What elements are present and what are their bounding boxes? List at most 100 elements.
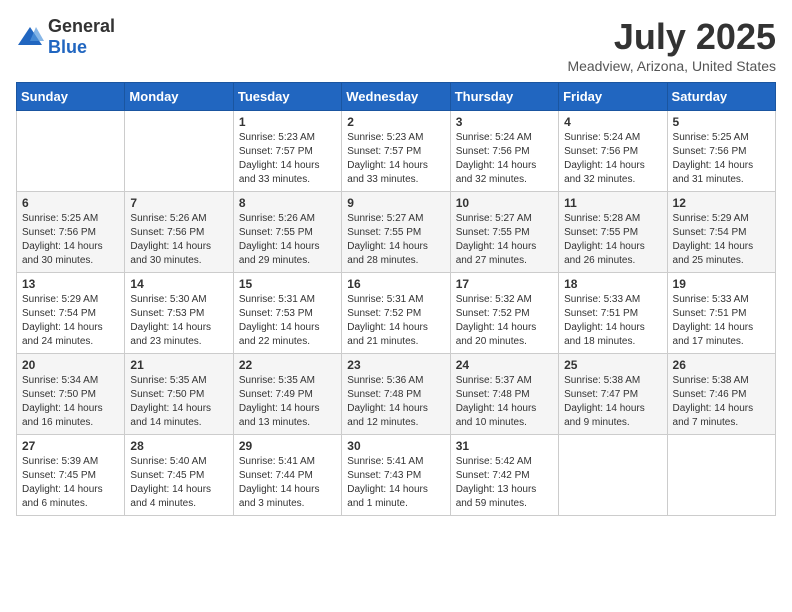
- week-row-1: 1Sunrise: 5:23 AMSunset: 7:57 PMDaylight…: [17, 111, 776, 192]
- week-row-2: 6 Sunrise: 5:25 AMSunset: 7:56 PMDaylight…: [17, 192, 776, 273]
- calendar-cell: 24Sunrise: 5:37 AMSunset: 7:48 PMDayligh…: [450, 354, 558, 435]
- logo: General Blue: [16, 16, 115, 58]
- calendar-cell: 21 Sunrise: 5:35 AMSunset: 7:50 PMDayligh…: [125, 354, 233, 435]
- day-info: Sunrise: 5:29 AMSunset: 7:54 PMDaylight:…: [673, 212, 770, 268]
- day-number: 25: [564, 358, 661, 372]
- title-area: July 2025 Meadview, Arizona, United Stat…: [567, 16, 776, 74]
- logo-general: General: [48, 16, 115, 36]
- calendar-cell: [17, 111, 125, 192]
- calendar-cell: 6 Sunrise: 5:25 AMSunset: 7:56 PMDaylight…: [17, 192, 125, 273]
- day-number: 4: [564, 115, 661, 129]
- calendar-cell: 15 Sunrise: 5:31 AMSunset: 7:53 PMDayligh…: [233, 273, 341, 354]
- day-number: 26: [673, 358, 770, 372]
- day-info: Sunrise: 5:31 AMSunset: 7:53 PMDaylight:…: [239, 293, 336, 349]
- calendar-cell: 10 Sunrise: 5:27 AMSunset: 7:55 PMDayligh…: [450, 192, 558, 273]
- subtitle: Meadview, Arizona, United States: [567, 58, 776, 74]
- weekday-header-friday: Friday: [559, 83, 667, 111]
- day-info: Sunrise: 5:23 AMSunset: 7:57 PMDaylight:…: [239, 131, 336, 187]
- day-number: 18: [564, 277, 661, 291]
- main-title: July 2025: [567, 16, 776, 58]
- calendar-cell: 20 Sunrise: 5:34 AMSunset: 7:50 PMDayligh…: [17, 354, 125, 435]
- day-info: Sunrise: 5:34 AMSunset: 7:50 PMDaylight:…: [22, 374, 119, 430]
- day-number: 14: [130, 277, 227, 291]
- calendar-cell: 31Sunrise: 5:42 AMSunset: 7:42 PMDayligh…: [450, 435, 558, 516]
- calendar-cell: 16 Sunrise: 5:31 AMSunset: 7:52 PMDayligh…: [342, 273, 450, 354]
- day-number: 23: [347, 358, 444, 372]
- day-number: 17: [456, 277, 553, 291]
- day-info: Sunrise: 5:41 AMSunset: 7:44 PMDaylight:…: [239, 455, 336, 511]
- calendar-cell: [667, 435, 775, 516]
- calendar-cell: 23Sunrise: 5:36 AMSunset: 7:48 PMDayligh…: [342, 354, 450, 435]
- day-number: 10: [456, 196, 553, 210]
- week-row-5: 27 Sunrise: 5:39 AMSunset: 7:45 PMDayligh…: [17, 435, 776, 516]
- calendar-cell: 18Sunrise: 5:33 AMSunset: 7:51 PMDayligh…: [559, 273, 667, 354]
- weekday-header-thursday: Thursday: [450, 83, 558, 111]
- day-info: Sunrise: 5:41 AMSunset: 7:43 PMDaylight:…: [347, 455, 444, 511]
- day-number: 6: [22, 196, 119, 210]
- calendar-cell: 30Sunrise: 5:41 AMSunset: 7:43 PMDayligh…: [342, 435, 450, 516]
- calendar-cell: [125, 111, 233, 192]
- calendar-cell: 22 Sunrise: 5:35 AMSunset: 7:49 PMDayligh…: [233, 354, 341, 435]
- day-info: Sunrise: 5:39 AMSunset: 7:45 PMDaylight:…: [22, 455, 119, 511]
- day-info: Sunrise: 5:35 AMSunset: 7:49 PMDaylight:…: [239, 374, 336, 430]
- logo-blue: Blue: [48, 37, 87, 57]
- calendar-cell: 25 Sunrise: 5:38 AMSunset: 7:47 PMDayligh…: [559, 354, 667, 435]
- calendar-cell: 11 Sunrise: 5:28 AMSunset: 7:55 PMDayligh…: [559, 192, 667, 273]
- day-info: Sunrise: 5:27 AMSunset: 7:55 PMDaylight:…: [347, 212, 444, 268]
- day-info: Sunrise: 5:28 AMSunset: 7:55 PMDaylight:…: [564, 212, 661, 268]
- day-info: Sunrise: 5:25 AMSunset: 7:56 PMDaylight:…: [673, 131, 770, 187]
- day-info: Sunrise: 5:38 AMSunset: 7:47 PMDaylight:…: [564, 374, 661, 430]
- day-number: 16: [347, 277, 444, 291]
- calendar-cell: 4 Sunrise: 5:24 AMSunset: 7:56 PMDaylight…: [559, 111, 667, 192]
- calendar: SundayMondayTuesdayWednesdayThursdayFrid…: [16, 82, 776, 516]
- calendar-cell: 14 Sunrise: 5:30 AMSunset: 7:53 PMDayligh…: [125, 273, 233, 354]
- weekday-header-wednesday: Wednesday: [342, 83, 450, 111]
- day-info: Sunrise: 5:33 AMSunset: 7:51 PMDaylight:…: [673, 293, 770, 349]
- calendar-cell: 8Sunrise: 5:26 AMSunset: 7:55 PMDaylight…: [233, 192, 341, 273]
- calendar-cell: 5Sunrise: 5:25 AMSunset: 7:56 PMDaylight…: [667, 111, 775, 192]
- logo-icon: [16, 23, 44, 51]
- day-info: Sunrise: 5:23 AMSunset: 7:57 PMDaylight:…: [347, 131, 444, 187]
- weekday-header-saturday: Saturday: [667, 83, 775, 111]
- day-info: Sunrise: 5:27 AMSunset: 7:55 PMDaylight:…: [456, 212, 553, 268]
- day-number: 15: [239, 277, 336, 291]
- weekday-header-monday: Monday: [125, 83, 233, 111]
- day-info: Sunrise: 5:24 AMSunset: 7:56 PMDaylight:…: [564, 131, 661, 187]
- calendar-cell: 3 Sunrise: 5:24 AMSunset: 7:56 PMDaylight…: [450, 111, 558, 192]
- calendar-cell: 27 Sunrise: 5:39 AMSunset: 7:45 PMDayligh…: [17, 435, 125, 516]
- day-number: 12: [673, 196, 770, 210]
- weekday-header-tuesday: Tuesday: [233, 83, 341, 111]
- day-info: Sunrise: 5:32 AMSunset: 7:52 PMDaylight:…: [456, 293, 553, 349]
- day-number: 28: [130, 439, 227, 453]
- calendar-cell: 28 Sunrise: 5:40 AMSunset: 7:45 PMDayligh…: [125, 435, 233, 516]
- day-info: Sunrise: 5:30 AMSunset: 7:53 PMDaylight:…: [130, 293, 227, 349]
- logo-text: General Blue: [48, 16, 115, 58]
- day-number: 7: [130, 196, 227, 210]
- calendar-cell: 2Sunrise: 5:23 AMSunset: 7:57 PMDaylight…: [342, 111, 450, 192]
- day-number: 19: [673, 277, 770, 291]
- day-number: 9: [347, 196, 444, 210]
- day-number: 20: [22, 358, 119, 372]
- day-info: Sunrise: 5:40 AMSunset: 7:45 PMDaylight:…: [130, 455, 227, 511]
- calendar-cell: 26Sunrise: 5:38 AMSunset: 7:46 PMDayligh…: [667, 354, 775, 435]
- day-info: Sunrise: 5:35 AMSunset: 7:50 PMDaylight:…: [130, 374, 227, 430]
- day-info: Sunrise: 5:31 AMSunset: 7:52 PMDaylight:…: [347, 293, 444, 349]
- day-number: 21: [130, 358, 227, 372]
- calendar-cell: 19 Sunrise: 5:33 AMSunset: 7:51 PMDayligh…: [667, 273, 775, 354]
- weekday-header-row: SundayMondayTuesdayWednesdayThursdayFrid…: [17, 83, 776, 111]
- day-info: Sunrise: 5:25 AMSunset: 7:56 PMDaylight:…: [22, 212, 119, 268]
- calendar-cell: 13Sunrise: 5:29 AMSunset: 7:54 PMDayligh…: [17, 273, 125, 354]
- header: General Blue July 2025 Meadview, Arizona…: [16, 16, 776, 74]
- calendar-cell: 29Sunrise: 5:41 AMSunset: 7:44 PMDayligh…: [233, 435, 341, 516]
- day-info: Sunrise: 5:24 AMSunset: 7:56 PMDaylight:…: [456, 131, 553, 187]
- calendar-cell: 7 Sunrise: 5:26 AMSunset: 7:56 PMDaylight…: [125, 192, 233, 273]
- day-info: Sunrise: 5:29 AMSunset: 7:54 PMDaylight:…: [22, 293, 119, 349]
- day-number: 3: [456, 115, 553, 129]
- day-number: 24: [456, 358, 553, 372]
- day-number: 22: [239, 358, 336, 372]
- week-row-3: 13Sunrise: 5:29 AMSunset: 7:54 PMDayligh…: [17, 273, 776, 354]
- day-info: Sunrise: 5:26 AMSunset: 7:56 PMDaylight:…: [130, 212, 227, 268]
- day-number: 27: [22, 439, 119, 453]
- day-number: 11: [564, 196, 661, 210]
- weekday-header-sunday: Sunday: [17, 83, 125, 111]
